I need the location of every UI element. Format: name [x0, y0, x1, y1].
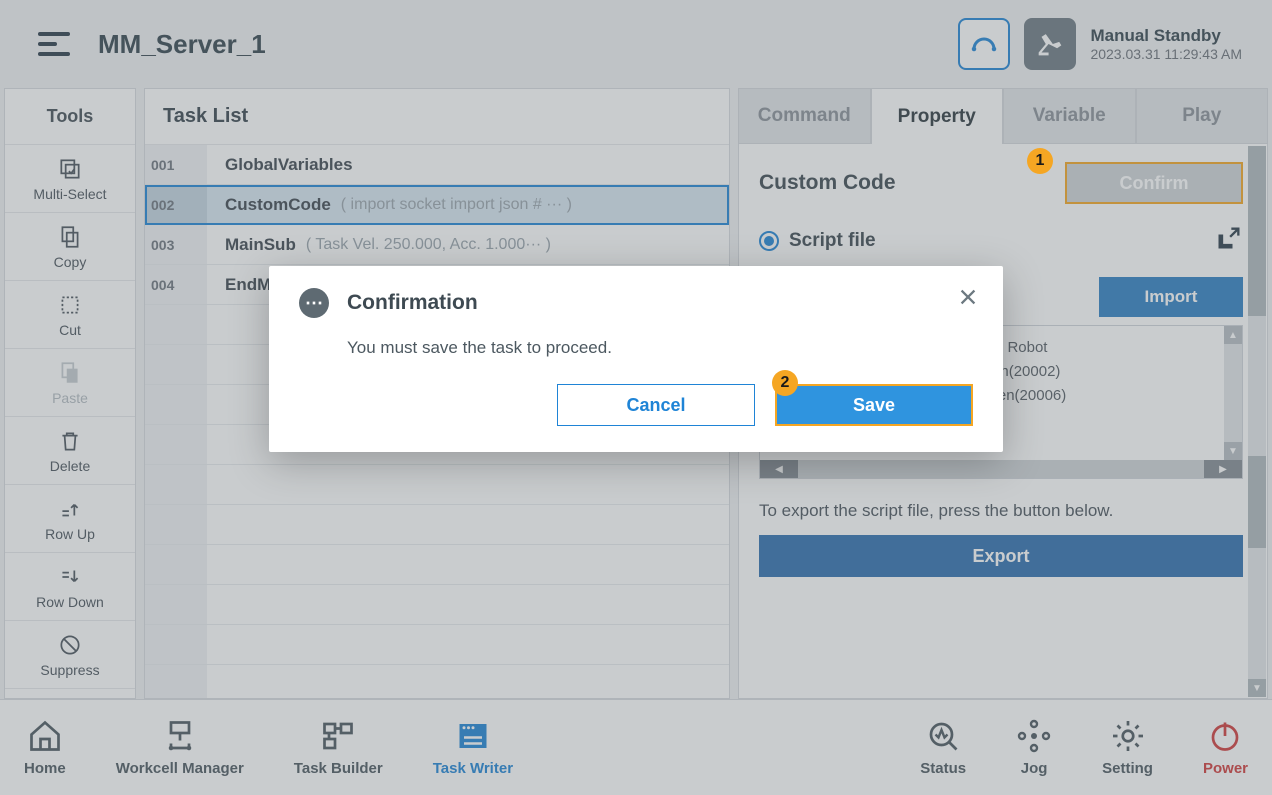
- ellipsis-icon: ⋯: [299, 288, 329, 318]
- close-icon[interactable]: [957, 286, 979, 313]
- callout-2: 2: [772, 370, 798, 396]
- modal-overlay: ⋯ Confirmation You must save the task to…: [0, 0, 1272, 795]
- callout-1: 1: [1027, 148, 1053, 174]
- dialog-header: ⋯ Confirmation: [299, 288, 973, 318]
- dialog-actions: Cancel Save: [299, 384, 973, 426]
- dialog-message: You must save the task to proceed.: [347, 338, 973, 358]
- save-button[interactable]: Save: [775, 384, 973, 426]
- cancel-button[interactable]: Cancel: [557, 384, 755, 426]
- confirmation-dialog: ⋯ Confirmation You must save the task to…: [269, 266, 1003, 452]
- dialog-title: Confirmation: [347, 291, 478, 315]
